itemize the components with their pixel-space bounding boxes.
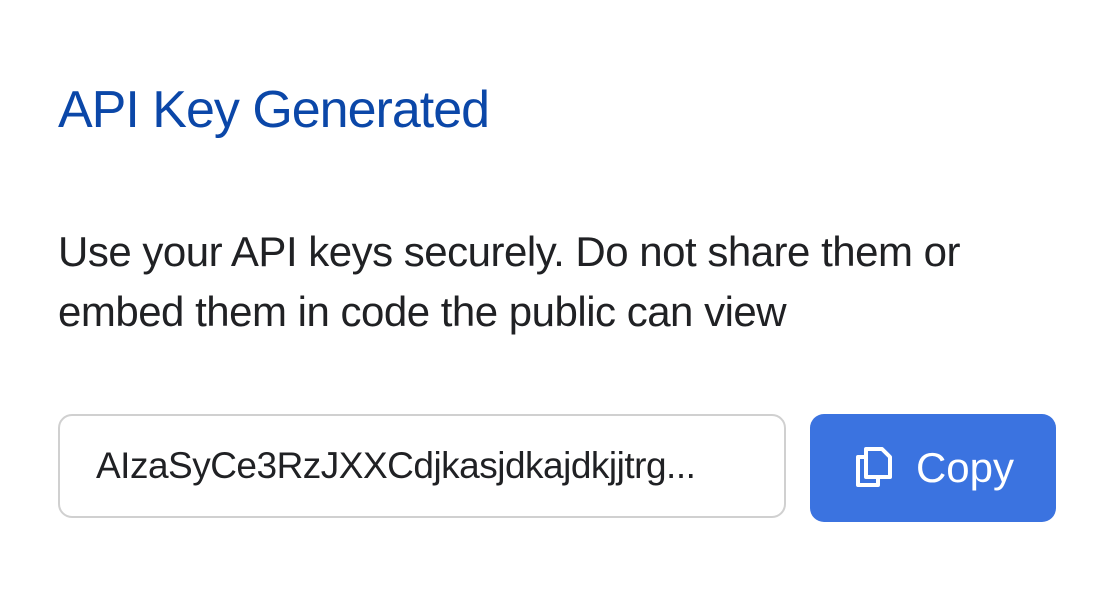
dialog-description: Use your API keys securely. Do not share… <box>58 228 960 335</box>
copy-button[interactable]: Copy <box>810 414 1056 522</box>
copy-icon <box>852 443 896 494</box>
api-key-value: AIzaSyCe3RzJXXCdjkasjdkajdkjjtrg... <box>96 445 696 486</box>
api-key-field[interactable]: AIzaSyCe3RzJXXCdjkasjdkajdkjjtrg... <box>58 414 786 518</box>
copy-button-label: Copy <box>915 444 1015 491</box>
dialog-title: API Key Generated <box>58 81 490 139</box>
